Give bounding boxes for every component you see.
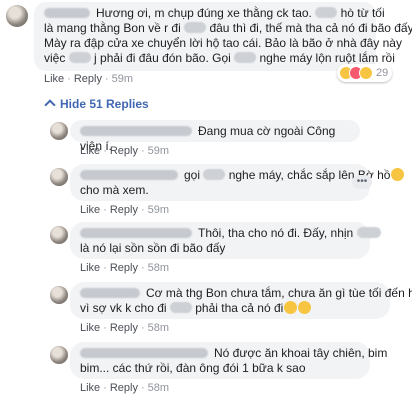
timestamp[interactable]: 58m: [148, 382, 169, 394]
laugh-emoji-icon: [298, 301, 312, 314]
reply-link[interactable]: Reply: [110, 204, 138, 216]
redacted-text: [356, 227, 381, 238]
top-comment-text-4: đâu thì đi, thế mà tha cả nó đi bão đấy.: [209, 21, 412, 35]
reply-text-1: gọi: [184, 168, 201, 182]
like-link[interactable]: Like: [80, 262, 100, 274]
reply-avatar[interactable]: [50, 226, 68, 244]
timestamp[interactable]: 59m: [148, 145, 169, 157]
timestamp[interactable]: 58m: [148, 262, 169, 274]
top-comment-text-1: Hương ơi, m chụp đúng xe thằng ck tao.: [96, 6, 312, 20]
top-comment-text-2: hò từ tối: [340, 6, 385, 20]
more-options-icon[interactable]: •••: [352, 175, 372, 189]
commenter-name-redacted: [80, 288, 140, 298]
reply-bubble: Nó được ăn khoai tây chiên, bim bim... c…: [70, 342, 387, 379]
reply-actions: Like · Reply · 58m: [80, 382, 170, 394]
top-comment-avatar[interactable]: [6, 5, 28, 27]
reply-text-1: Cơ mà thg Bon chưa tắm, chưa ăn gì tùe t…: [146, 286, 412, 300]
redacted-text: [68, 52, 91, 63]
reply-text-3: phải tha cả nó đi: [195, 301, 284, 315]
reply-actions: Like · Reply · 58m: [80, 322, 170, 334]
reply-avatar[interactable]: [50, 346, 68, 364]
top-comment-text-3: là mang thằng Bon về r đi: [44, 21, 181, 35]
reply-bubble: Đang mua cờ ngoài Công viên í.: [70, 120, 360, 153]
top-comment-reactions[interactable]: 29: [337, 64, 393, 82]
hide-replies-label: Hide 51 Replies: [60, 97, 149, 111]
reply-text-2: bim... các thứ rồi, đàn ông đói 1 bữa k …: [80, 361, 306, 375]
reply-bubble: Thôi, tha cho nó đi. Đấy, nhịn là nó lại…: [70, 222, 381, 259]
reply-link[interactable]: Reply: [110, 145, 138, 157]
redacted-text: [184, 22, 207, 33]
redacted-text: [203, 169, 226, 180]
commenter-name-redacted: [80, 228, 192, 238]
wow-emoji-icon: [359, 66, 373, 80]
top-comment-actions: Like · Reply · 59m: [44, 73, 134, 85]
reply-link[interactable]: Reply: [110, 262, 138, 274]
timestamp[interactable]: 58m: [148, 322, 169, 334]
laugh-emoji-icon: [284, 301, 298, 314]
reaction-count: 29: [376, 67, 389, 79]
reply-bubble: Cơ mà thg Bon chưa tắm, chưa ăn gì tùe t…: [70, 282, 412, 319]
commenter-name-redacted: [44, 8, 90, 18]
like-link[interactable]: Like: [80, 145, 100, 157]
reply-avatar[interactable]: [50, 168, 68, 186]
reply-bubble: gọi nghe máy, chắc sắp lên Bờ hồ cho mà …: [70, 164, 405, 201]
commenter-name-redacted: [80, 348, 208, 358]
reply-actions: Like · Reply · 59m: [80, 145, 170, 157]
chevron-up-icon: [44, 99, 56, 111]
timestamp[interactable]: 59m: [112, 73, 133, 85]
reply-text-2: vì sợ vk k cho đi: [80, 301, 167, 315]
laugh-emoji-icon: [391, 168, 405, 181]
like-link[interactable]: Like: [80, 204, 100, 216]
like-link[interactable]: Like: [80, 382, 100, 394]
reply-link[interactable]: Reply: [110, 382, 138, 394]
timestamp[interactable]: 59m: [148, 204, 169, 216]
reply-text-1: Nó được ăn khoai tây chiên, bim: [214, 346, 388, 360]
reply-avatar[interactable]: [50, 286, 68, 304]
reply-text-3: cho mà xem.: [80, 183, 149, 197]
redacted-text: [169, 302, 192, 313]
top-comment-text-6: việc: [44, 51, 66, 65]
reply-actions: Like · Reply · 59m: [80, 204, 170, 216]
hide-replies-link[interactable]: Hide 51 Replies: [44, 97, 149, 111]
commenter-name-redacted: [80, 170, 178, 180]
like-link[interactable]: Like: [44, 73, 64, 85]
redacted-text: [315, 7, 338, 18]
like-link[interactable]: Like: [80, 322, 100, 334]
reply-text-1: Thôi, tha cho nó đi. Đấy, nhịn: [198, 226, 354, 240]
top-comment-text-5: Mày ra đập cửa xe chuyển lời hộ tao cái.…: [44, 36, 402, 50]
reply-avatar[interactable]: [50, 122, 68, 140]
redacted-text: [234, 52, 257, 63]
top-comment-text-8: nghe máy lộn ruột lắm rồi: [259, 51, 395, 65]
reply-actions: Like · Reply · 58m: [80, 262, 170, 274]
reply-text-2: là nó lại sồn sồn đi bão đấy: [80, 241, 226, 255]
top-comment-bubble: Hương ơi, m chụp đúng xe thằng ck tao. h…: [34, 2, 412, 71]
reply-link[interactable]: Reply: [110, 322, 138, 334]
commenter-name-redacted: [80, 126, 192, 136]
reply-link[interactable]: Reply: [74, 73, 102, 85]
top-comment-text-7: j phải đi đâu đón bão. Gọi: [94, 51, 231, 65]
